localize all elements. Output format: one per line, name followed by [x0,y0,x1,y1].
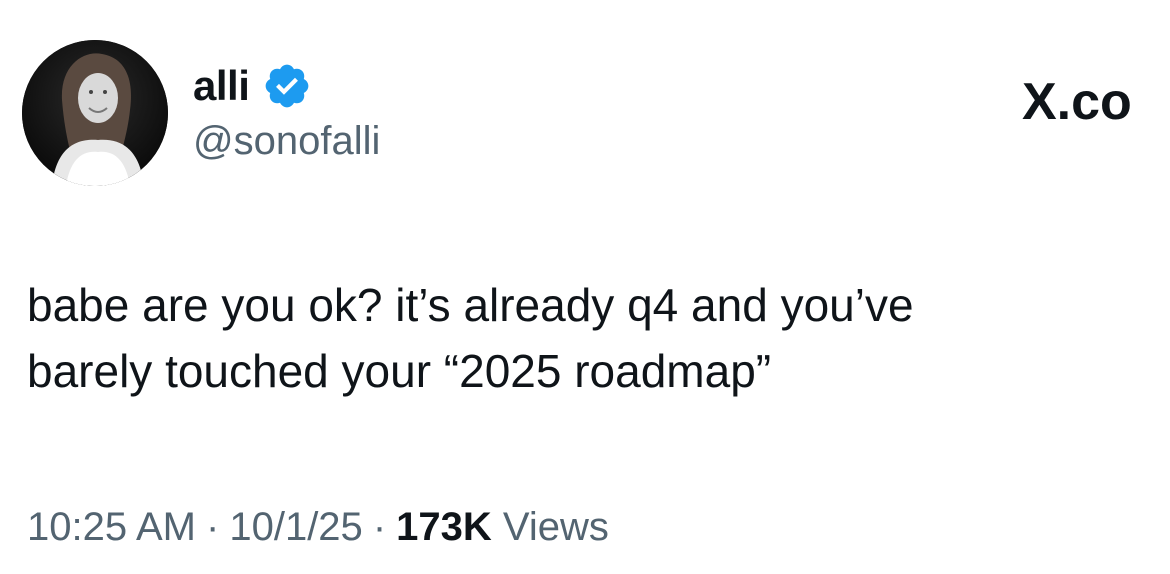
views-label: Views [502,505,609,549]
avatar[interactable] [22,40,168,186]
tweet-time[interactable]: 10:25 AM [27,505,196,549]
author-handle[interactable]: @sonofalli [193,116,380,166]
avatar-photo [22,40,168,186]
display-name[interactable]: alli [193,60,250,112]
x-brand-label: X.co [1022,73,1132,131]
tweet-date[interactable]: 10/1/25 [229,505,362,549]
meta-separator: · [206,505,220,549]
tweet-meta: 10:25 AM · 10/1/25 · 173K Views [27,502,609,552]
tweet-text: babe are you ok? it’s already q4 and you… [27,279,914,397]
verified-badge-icon [265,64,309,108]
views-count: 173K [396,505,492,549]
meta-separator: · [372,505,387,549]
